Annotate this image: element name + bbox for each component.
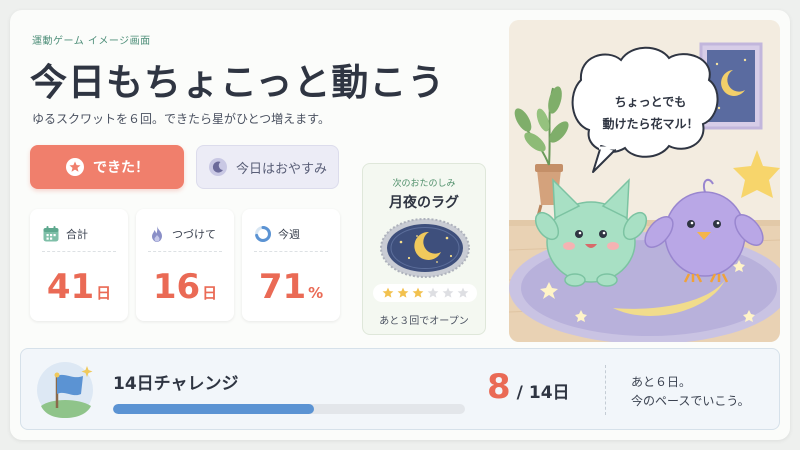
challenge-separator: / — [516, 383, 523, 403]
stat-label: つづけて — [172, 228, 216, 241]
calendar-icon — [42, 225, 60, 243]
reward-title: 月夜のラグ — [389, 195, 459, 211]
done-button[interactable]: できた！ — [30, 145, 184, 189]
stat-value: 41 — [46, 267, 95, 307]
stat-weekly: 今週 71% — [242, 209, 340, 321]
rest-button-label: 今日はおやすみ — [235, 161, 327, 177]
challenge-progress-fill — [113, 404, 314, 414]
page-title: 今日もちょこっと動こう — [30, 61, 446, 104]
flag-icon — [37, 362, 93, 418]
page-description: ゆるスクワットを６回。できたら星がひとつ増えます。 — [32, 112, 330, 126]
stat-unit: % — [308, 284, 324, 302]
challenge-panel: 14日チャレンジ 8/14日 あと６日。 今のペースでいこう。 — [20, 348, 780, 430]
star-empty-icon — [442, 287, 453, 298]
challenge-total: 14日 — [528, 383, 570, 403]
challenge-note-line-2: 今のペースでいこう。 — [631, 394, 750, 409]
divider — [148, 251, 222, 252]
moon-icon — [208, 157, 228, 177]
flame-icon — [148, 225, 166, 243]
stat-total-days: 合計 41 日 — [30, 209, 128, 321]
divider — [254, 251, 328, 252]
challenge-progress-bar — [113, 404, 465, 414]
star-empty-icon — [457, 287, 468, 298]
rest-button[interactable]: 今日はおやすみ — [196, 145, 339, 189]
divider — [42, 251, 116, 252]
stat-unit: 日 — [96, 284, 112, 302]
room-illustration — [509, 20, 780, 342]
moon-rug-icon — [380, 218, 470, 278]
divider — [605, 365, 606, 415]
progress-ring-icon — [254, 225, 272, 243]
stat-streak: つづけて 16 日 — [136, 209, 234, 321]
done-button-label: できた！ — [93, 160, 149, 176]
scene-illustration: ちょっとでも 動けたら花マル！ — [509, 20, 780, 342]
star-badge-icon — [65, 157, 85, 177]
star-filled-icon — [397, 287, 408, 298]
stat-value: 16 — [152, 267, 201, 307]
stat-unit: 日 — [202, 284, 218, 302]
challenge-title: 14日チャレンジ — [113, 374, 239, 394]
star-filled-icon — [382, 287, 393, 298]
page-kicker: 運動ゲーム イメージ画面 — [32, 36, 151, 47]
reward-stars — [373, 284, 477, 302]
challenge-note: あと６日。 今のペースでいこう。 — [631, 373, 750, 411]
challenge-current: 8 — [487, 367, 511, 407]
star-empty-icon — [427, 287, 438, 298]
bubble-line-2: 動けたら花マル！ — [602, 117, 699, 131]
challenge-count: 8/14日 — [487, 367, 570, 407]
reward-caption: あと３回でオープン — [379, 316, 469, 327]
stat-value: 71 — [258, 267, 307, 307]
stat-label: 合計 — [66, 228, 88, 241]
bubble-line-1: ちょっとでも — [614, 95, 687, 109]
star-filled-icon — [412, 287, 423, 298]
reward-kicker: 次のおたのしみ — [392, 179, 456, 189]
stat-label: 今週 — [278, 228, 300, 241]
next-reward-card[interactable]: 次のおたのしみ 月夜のラグ あと３回でオープン — [362, 163, 486, 335]
challenge-note-line-1: あと６日。 — [631, 375, 692, 389]
